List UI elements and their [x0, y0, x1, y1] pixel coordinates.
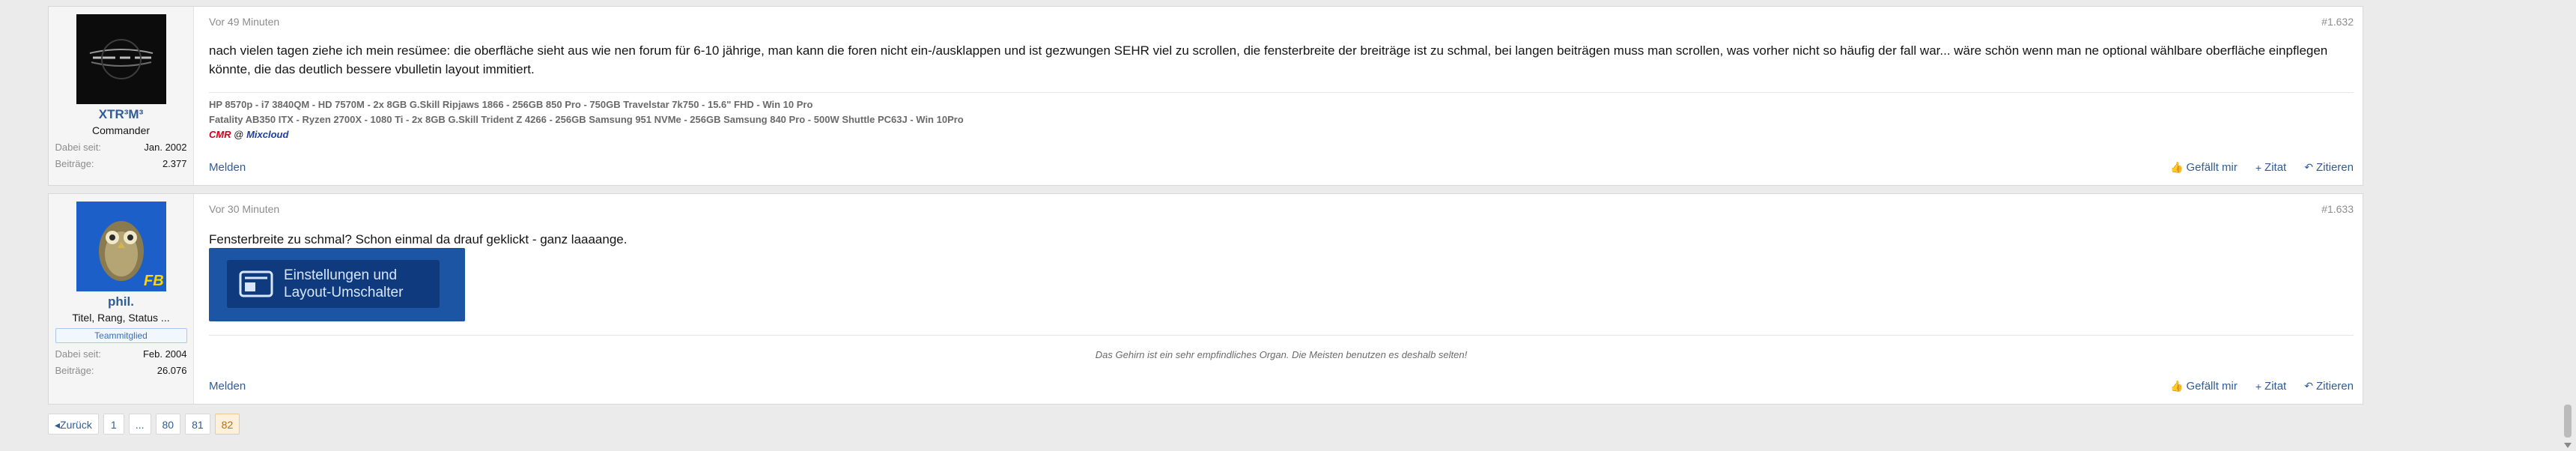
signature-line-1: HP 8570p - i7 3840QM - HD 7570M - 2x 8GB… — [209, 99, 813, 110]
post-number[interactable]: #1.632 — [2321, 16, 2354, 28]
report-link[interactable]: Melden — [209, 161, 246, 174]
reply-button[interactable]: ↶ Zitieren — [2304, 380, 2354, 393]
team-member-banner: Teammitglied — [55, 328, 187, 343]
page-back-label: Zurück — [60, 419, 92, 431]
reply-label: Zitieren — [2315, 380, 2354, 393]
at-sign: @ — [234, 129, 244, 140]
user-extra-joined: Dabei seit: Jan. 2002 — [55, 139, 187, 156]
plus-icon: + — [2255, 161, 2262, 174]
username[interactable]: phil. — [108, 294, 134, 309]
post-main: Vor 49 Minuten #1.632 nach vielen tagen … — [194, 7, 2363, 185]
user-extra-joined: Dabei seit: Feb. 2004 — [55, 346, 187, 363]
page-80[interactable]: 80 — [155, 414, 181, 435]
report-link[interactable]: Melden — [209, 380, 246, 393]
quote-button[interactable]: + Zitat — [2255, 380, 2286, 393]
like-button[interactable]: 👍 Gefällt mir — [2170, 161, 2238, 174]
svg-text:FB: FB — [144, 273, 164, 289]
thumbs-up-icon: 👍 — [2170, 380, 2184, 392]
posts-value[interactable]: 2.377 — [162, 156, 187, 172]
post-actions: 👍 Gefällt mir + Zitat ↶ Zitieren — [2170, 161, 2354, 174]
post-content: nach vielen tagen ziehe ich mein resümee… — [209, 43, 2328, 76]
image-caption: Einstellungen und Layout-Umschalter — [284, 267, 403, 301]
page-1[interactable]: 1 — [103, 414, 124, 435]
page-81[interactable]: 81 — [185, 414, 210, 435]
like-label: Gefällt mir — [2186, 161, 2238, 174]
plus-icon: + — [2255, 380, 2262, 393]
user-extra: Dabei seit: Feb. 2004 Beiträge: 26.076 — [55, 346, 187, 379]
like-label: Gefällt mir — [2186, 380, 2238, 393]
reply-icon: ↶ — [2304, 380, 2313, 392]
user-column: XTR³M³ Commander Dabei seit: Jan. 2002 B… — [49, 7, 194, 185]
post-footer: Melden 👍 Gefällt mir + Zitat ↶ Zitieren — [209, 380, 2354, 396]
user-column: FB phil. Titel, Rang, Status ... Teammit… — [49, 194, 194, 404]
username[interactable]: XTR³M³ — [99, 107, 143, 122]
vertical-scrollbar[interactable] — [2560, 0, 2576, 451]
post-time[interactable]: Vor 30 Minuten — [209, 203, 279, 215]
signature-line-2: Fatality AB350 ITX - Ryzen 2700X - 1080 … — [209, 114, 964, 125]
post-content: Fensterbreite zu schmal? Schon einmal da… — [209, 232, 628, 246]
attached-image[interactable]: Einstellungen und Layout-Umschalter — [209, 248, 465, 321]
joined-label: Dabei seit: — [55, 348, 101, 360]
user-title: Commander — [91, 124, 151, 136]
user-extra: Dabei seit: Jan. 2002 Beiträge: 2.377 — [55, 139, 187, 172]
joined-label: Dabei seit: — [55, 142, 101, 153]
post-footer: Melden 👍 Gefällt mir + Zitat ↶ Zitieren — [209, 161, 2354, 178]
joined-value: Feb. 2004 — [142, 348, 187, 360]
reply-label: Zitieren — [2315, 161, 2354, 174]
layout-switch-icon — [239, 269, 273, 299]
posts-label: Beiträge: — [55, 365, 94, 376]
posts-label: Beiträge: — [55, 158, 94, 169]
post-main: Vor 30 Minuten #1.633 Fensterbreite zu s… — [194, 194, 2363, 404]
thumbs-up-icon: 👍 — [2170, 161, 2184, 173]
chevron-left-icon: ◂ — [55, 419, 61, 431]
signature: HP 8570p - i7 3840QM - HD 7570M - 2x 8GB… — [209, 92, 2354, 142]
scrollbar-thumb[interactable] — [2564, 405, 2572, 438]
user-extra-posts: Beiträge: 26.076 — [55, 363, 187, 379]
scroll-down-arrow-icon[interactable] — [2564, 443, 2572, 448]
quote-label: Zitat — [2264, 380, 2287, 393]
signature: Das Gehirn ist ein sehr empfindliches Or… — [209, 335, 2354, 360]
cmr-link[interactable]: CMR — [209, 129, 231, 140]
reply-icon: ↶ — [2304, 161, 2313, 173]
reply-button[interactable]: ↶ Zitieren — [2304, 161, 2354, 174]
avatar[interactable] — [76, 14, 166, 104]
user-extra-posts: Beiträge: 2.377 — [55, 156, 187, 172]
post-1633: FB phil. Titel, Rang, Status ... Teammit… — [48, 193, 2363, 405]
image-caption-line-2: Layout-Umschalter — [284, 285, 404, 300]
post-time[interactable]: Vor 49 Minuten — [209, 16, 279, 28]
page-ellipsis[interactable]: ... — [128, 414, 151, 435]
posts-value[interactable]: 26.076 — [157, 363, 187, 379]
quote-button[interactable]: + Zitat — [2255, 161, 2286, 174]
mixcloud-link[interactable]: Mixcloud — [246, 129, 288, 140]
like-button[interactable]: 👍 Gefällt mir — [2170, 380, 2238, 393]
signature-line-3: CMR @ Mixcloud — [209, 127, 2354, 142]
avatar[interactable]: FB — [76, 202, 166, 291]
pagination: ◂Zurück 1 ... 80 81 82 — [48, 414, 240, 435]
post-1632: XTR³M³ Commander Dabei seit: Jan. 2002 B… — [48, 6, 2363, 186]
post-number[interactable]: #1.633 — [2321, 203, 2354, 215]
joined-value: Jan. 2002 — [144, 142, 187, 153]
user-title: Titel, Rang, Status ... — [72, 312, 170, 324]
post-actions: 👍 Gefällt mir + Zitat ↶ Zitieren — [2170, 380, 2354, 393]
settings-layout-button-image: Einstellungen und Layout-Umschalter — [227, 260, 440, 308]
page-82-current[interactable]: 82 — [214, 414, 240, 435]
page-back-button[interactable]: ◂Zurück — [48, 414, 99, 435]
image-caption-line-1: Einstellungen und — [284, 267, 398, 283]
quote-label: Zitat — [2264, 161, 2287, 174]
